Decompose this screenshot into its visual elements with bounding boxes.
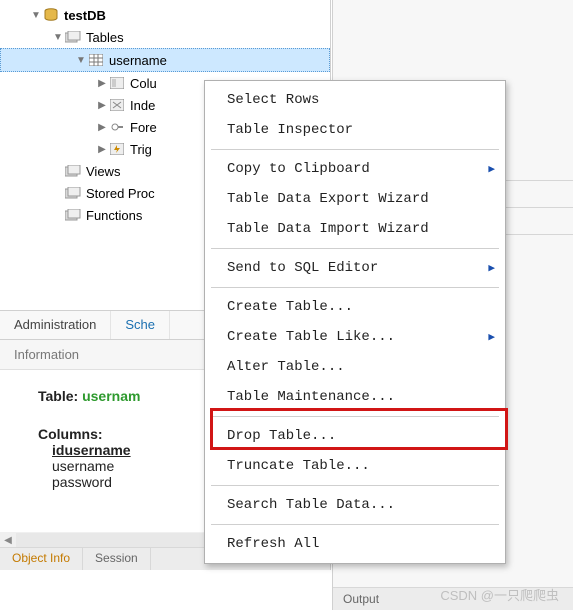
tree-child-label: Colu [130, 76, 157, 91]
menu-separator [211, 485, 499, 486]
menu-item-label: Drop Table... [227, 428, 336, 444]
expand-icon[interactable] [96, 100, 108, 111]
tab-schemas[interactable]: Sche [111, 311, 170, 339]
tab-session[interactable]: Session [83, 548, 151, 570]
menu-item-label: Create Table... [227, 299, 353, 315]
menu-item-table-inspector[interactable]: Table Inspector [205, 115, 505, 145]
expand-icon[interactable] [52, 32, 64, 43]
triggers-icon [108, 141, 126, 157]
menu-item-label: Table Maintenance... [227, 389, 395, 405]
functions-label: Functions [86, 208, 142, 223]
submenu-arrow-icon: ▶ [488, 330, 495, 344]
menu-item-label: Table Data Import Wizard [227, 221, 429, 237]
menu-item-create-table-like[interactable]: Create Table Like... ▶ [205, 322, 505, 352]
db-label: testDB [64, 8, 106, 23]
tab-administration[interactable]: Administration [0, 311, 111, 339]
menu-item-copy-to-clipboard[interactable]: Copy to Clipboard ▶ [205, 154, 505, 184]
menu-separator [211, 524, 499, 525]
tree-tables[interactable]: Tables [0, 26, 330, 48]
info-table-label: Table: [38, 388, 78, 404]
tab-object-info[interactable]: Object Info [0, 548, 83, 570]
views-icon [64, 163, 82, 179]
menu-item-label: Table Inspector [227, 122, 353, 138]
app-root: testDB Tables username [0, 0, 573, 610]
menu-item-table-data-import-wizard[interactable]: Table Data Import Wizard [205, 214, 505, 244]
table-icon [87, 52, 105, 68]
menu-item-label: Table Data Export Wizard [227, 191, 429, 207]
menu-item-label: Copy to Clipboard [227, 161, 370, 177]
functions-icon [64, 207, 82, 223]
menu-item-drop-table[interactable]: Drop Table... [205, 421, 505, 451]
menu-item-label: Refresh All [227, 536, 319, 552]
menu-item-table-data-export-wizard[interactable]: Table Data Export Wizard [205, 184, 505, 214]
tree-child-label: Trig [130, 142, 152, 157]
stored-proc-icon [64, 185, 82, 201]
menu-separator [211, 416, 499, 417]
menu-item-label: Create Table Like... [227, 329, 395, 345]
submenu-arrow-icon: ▶ [488, 261, 495, 275]
scroll-left-icon[interactable]: ◀ [0, 532, 16, 548]
tree-child-label: Inde [130, 98, 155, 113]
menu-separator [211, 248, 499, 249]
menu-item-label: Send to SQL Editor [227, 260, 378, 276]
expand-icon[interactable] [96, 122, 108, 133]
menu-item-search-table-data[interactable]: Search Table Data... [205, 490, 505, 520]
table-context-menu: Select Rows Table Inspector Copy to Clipbo… [204, 80, 506, 564]
tables-folder-icon [64, 29, 82, 45]
foreign-keys-icon [108, 119, 126, 135]
stored-proc-label: Stored Proc [86, 186, 155, 201]
menu-item-label: Alter Table... [227, 359, 345, 375]
expand-icon[interactable] [96, 144, 108, 155]
expand-icon[interactable] [30, 10, 42, 21]
menu-item-select-rows[interactable]: Select Rows [205, 85, 505, 115]
tree-db[interactable]: testDB [0, 4, 330, 26]
database-icon [42, 7, 60, 23]
info-table-name: usernam [82, 388, 140, 404]
tree-child-label: Fore [130, 120, 157, 135]
menu-item-refresh-all[interactable]: Refresh All [205, 529, 505, 559]
table-name-label: username [109, 53, 167, 68]
menu-separator [211, 149, 499, 150]
expand-icon[interactable] [96, 78, 108, 89]
columns-icon [108, 75, 126, 91]
output-tab[interactable]: Output [333, 587, 573, 610]
menu-item-create-table[interactable]: Create Table... [205, 292, 505, 322]
menu-item-truncate-table[interactable]: Truncate Table... [205, 451, 505, 481]
menu-item-send-to-sql-editor[interactable]: Send to SQL Editor ▶ [205, 253, 505, 283]
tree-table-username[interactable]: username [0, 48, 330, 72]
menu-separator [211, 287, 499, 288]
menu-item-label: Select Rows [227, 92, 319, 108]
menu-item-label: Search Table Data... [227, 497, 395, 513]
indexes-icon [108, 97, 126, 113]
submenu-arrow-icon: ▶ [488, 162, 495, 176]
tables-label: Tables [86, 30, 124, 45]
menu-item-label: Truncate Table... [227, 458, 370, 474]
menu-item-alter-table[interactable]: Alter Table... [205, 352, 505, 382]
menu-item-table-maintenance[interactable]: Table Maintenance... [205, 382, 505, 412]
expand-icon[interactable] [75, 55, 87, 66]
views-label: Views [86, 164, 120, 179]
